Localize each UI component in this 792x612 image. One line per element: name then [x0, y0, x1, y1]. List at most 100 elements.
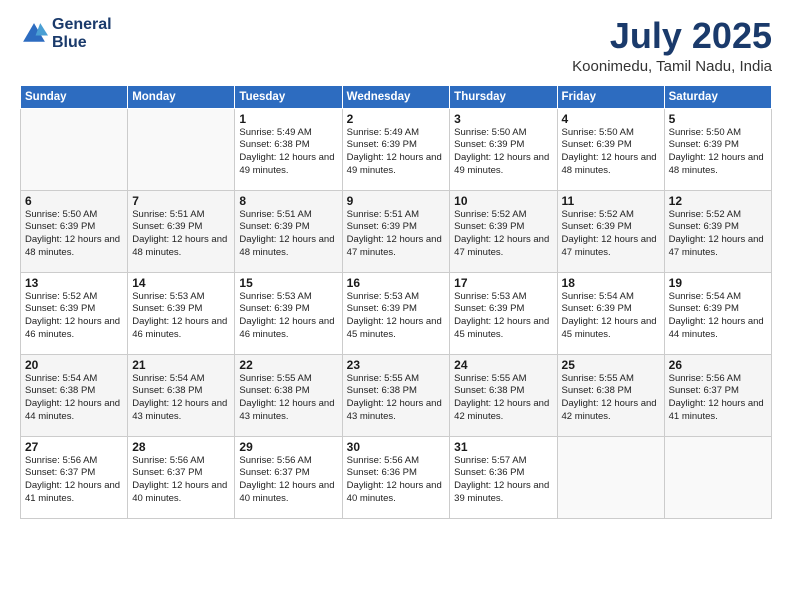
- calendar-week-4: 20Sunrise: 5:54 AMSunset: 6:38 PMDayligh…: [21, 354, 772, 436]
- calendar-week-3: 13Sunrise: 5:52 AMSunset: 6:39 PMDayligh…: [21, 272, 772, 354]
- day-info: Sunrise: 5:50 AMSunset: 6:39 PMDaylight:…: [25, 209, 123, 260]
- day-info: Sunrise: 5:49 AMSunset: 6:39 PMDaylight:…: [347, 127, 446, 178]
- month-title: July 2025: [572, 16, 772, 56]
- day-info: Sunrise: 5:57 AMSunset: 6:36 PMDaylight:…: [454, 455, 552, 506]
- logo-icon: [20, 20, 48, 48]
- day-header-monday: Monday: [128, 85, 235, 108]
- day-number: 30: [347, 440, 446, 454]
- day-info: Sunrise: 5:55 AMSunset: 6:38 PMDaylight:…: [239, 373, 337, 424]
- calendar-cell: 7Sunrise: 5:51 AMSunset: 6:39 PMDaylight…: [128, 190, 235, 272]
- day-number: 11: [562, 194, 660, 208]
- calendar-week-1: 1Sunrise: 5:49 AMSunset: 6:38 PMDaylight…: [21, 108, 772, 190]
- calendar-cell: 9Sunrise: 5:51 AMSunset: 6:39 PMDaylight…: [342, 190, 450, 272]
- day-info: Sunrise: 5:56 AMSunset: 6:37 PMDaylight:…: [25, 455, 123, 506]
- calendar-cell: [557, 436, 664, 518]
- calendar-cell: 16Sunrise: 5:53 AMSunset: 6:39 PMDayligh…: [342, 272, 450, 354]
- day-header-saturday: Saturday: [664, 85, 771, 108]
- day-number: 13: [25, 276, 123, 290]
- logo-text: General Blue: [52, 16, 112, 51]
- day-number: 15: [239, 276, 337, 290]
- calendar-cell: 19Sunrise: 5:54 AMSunset: 6:39 PMDayligh…: [664, 272, 771, 354]
- day-info: Sunrise: 5:50 AMSunset: 6:39 PMDaylight:…: [669, 127, 767, 178]
- day-number: 31: [454, 440, 552, 454]
- day-number: 6: [25, 194, 123, 208]
- calendar-week-5: 27Sunrise: 5:56 AMSunset: 6:37 PMDayligh…: [21, 436, 772, 518]
- day-info: Sunrise: 5:52 AMSunset: 6:39 PMDaylight:…: [25, 291, 123, 342]
- day-info: Sunrise: 5:56 AMSunset: 6:37 PMDaylight:…: [132, 455, 230, 506]
- day-info: Sunrise: 5:53 AMSunset: 6:39 PMDaylight:…: [347, 291, 446, 342]
- day-info: Sunrise: 5:53 AMSunset: 6:39 PMDaylight:…: [239, 291, 337, 342]
- title-block: July 2025 Koonimedu, Tamil Nadu, India: [572, 16, 772, 75]
- day-info: Sunrise: 5:56 AMSunset: 6:36 PMDaylight:…: [347, 455, 446, 506]
- location: Koonimedu, Tamil Nadu, India: [572, 58, 772, 75]
- day-info: Sunrise: 5:55 AMSunset: 6:38 PMDaylight:…: [347, 373, 446, 424]
- day-info: Sunrise: 5:51 AMSunset: 6:39 PMDaylight:…: [347, 209, 446, 260]
- day-number: 26: [669, 358, 767, 372]
- calendar-cell: 24Sunrise: 5:55 AMSunset: 6:38 PMDayligh…: [450, 354, 557, 436]
- day-number: 12: [669, 194, 767, 208]
- calendar-cell: 4Sunrise: 5:50 AMSunset: 6:39 PMDaylight…: [557, 108, 664, 190]
- calendar-cell: 25Sunrise: 5:55 AMSunset: 6:38 PMDayligh…: [557, 354, 664, 436]
- calendar-cell: 21Sunrise: 5:54 AMSunset: 6:38 PMDayligh…: [128, 354, 235, 436]
- day-number: 1: [239, 112, 337, 126]
- calendar-week-2: 6Sunrise: 5:50 AMSunset: 6:39 PMDaylight…: [21, 190, 772, 272]
- calendar-cell: 20Sunrise: 5:54 AMSunset: 6:38 PMDayligh…: [21, 354, 128, 436]
- day-info: Sunrise: 5:49 AMSunset: 6:38 PMDaylight:…: [239, 127, 337, 178]
- calendar-cell: 6Sunrise: 5:50 AMSunset: 6:39 PMDaylight…: [21, 190, 128, 272]
- day-info: Sunrise: 5:55 AMSunset: 6:38 PMDaylight:…: [562, 373, 660, 424]
- day-number: 28: [132, 440, 230, 454]
- day-info: Sunrise: 5:54 AMSunset: 6:39 PMDaylight:…: [562, 291, 660, 342]
- calendar-cell: 23Sunrise: 5:55 AMSunset: 6:38 PMDayligh…: [342, 354, 450, 436]
- day-number: 20: [25, 358, 123, 372]
- day-number: 4: [562, 112, 660, 126]
- calendar-table: SundayMondayTuesdayWednesdayThursdayFrid…: [20, 85, 772, 519]
- calendar-cell: 30Sunrise: 5:56 AMSunset: 6:36 PMDayligh…: [342, 436, 450, 518]
- calendar-cell: 26Sunrise: 5:56 AMSunset: 6:37 PMDayligh…: [664, 354, 771, 436]
- day-number: 8: [239, 194, 337, 208]
- day-info: Sunrise: 5:54 AMSunset: 6:38 PMDaylight:…: [25, 373, 123, 424]
- calendar-cell: 27Sunrise: 5:56 AMSunset: 6:37 PMDayligh…: [21, 436, 128, 518]
- calendar-cell: 11Sunrise: 5:52 AMSunset: 6:39 PMDayligh…: [557, 190, 664, 272]
- day-number: 23: [347, 358, 446, 372]
- day-header-wednesday: Wednesday: [342, 85, 450, 108]
- calendar-cell: 2Sunrise: 5:49 AMSunset: 6:39 PMDaylight…: [342, 108, 450, 190]
- calendar-cell: 29Sunrise: 5:56 AMSunset: 6:37 PMDayligh…: [235, 436, 342, 518]
- day-info: Sunrise: 5:56 AMSunset: 6:37 PMDaylight:…: [669, 373, 767, 424]
- day-info: Sunrise: 5:55 AMSunset: 6:38 PMDaylight:…: [454, 373, 552, 424]
- day-info: Sunrise: 5:54 AMSunset: 6:39 PMDaylight:…: [669, 291, 767, 342]
- calendar-cell: 1Sunrise: 5:49 AMSunset: 6:38 PMDaylight…: [235, 108, 342, 190]
- day-info: Sunrise: 5:51 AMSunset: 6:39 PMDaylight:…: [239, 209, 337, 260]
- calendar-cell: [21, 108, 128, 190]
- day-info: Sunrise: 5:50 AMSunset: 6:39 PMDaylight:…: [454, 127, 552, 178]
- logo: General Blue: [20, 16, 112, 51]
- calendar-cell: [128, 108, 235, 190]
- day-header-thursday: Thursday: [450, 85, 557, 108]
- day-info: Sunrise: 5:50 AMSunset: 6:39 PMDaylight:…: [562, 127, 660, 178]
- logo-line1: General: [52, 16, 112, 34]
- day-info: Sunrise: 5:52 AMSunset: 6:39 PMDaylight:…: [669, 209, 767, 260]
- day-number: 22: [239, 358, 337, 372]
- day-number: 10: [454, 194, 552, 208]
- day-info: Sunrise: 5:52 AMSunset: 6:39 PMDaylight:…: [562, 209, 660, 260]
- day-number: 24: [454, 358, 552, 372]
- day-header-tuesday: Tuesday: [235, 85, 342, 108]
- day-info: Sunrise: 5:54 AMSunset: 6:38 PMDaylight:…: [132, 373, 230, 424]
- calendar-cell: [664, 436, 771, 518]
- day-number: 14: [132, 276, 230, 290]
- calendar-cell: 3Sunrise: 5:50 AMSunset: 6:39 PMDaylight…: [450, 108, 557, 190]
- day-number: 7: [132, 194, 230, 208]
- day-header-friday: Friday: [557, 85, 664, 108]
- day-number: 16: [347, 276, 446, 290]
- day-number: 5: [669, 112, 767, 126]
- day-number: 27: [25, 440, 123, 454]
- day-number: 25: [562, 358, 660, 372]
- day-number: 9: [347, 194, 446, 208]
- calendar-cell: 12Sunrise: 5:52 AMSunset: 6:39 PMDayligh…: [664, 190, 771, 272]
- day-info: Sunrise: 5:52 AMSunset: 6:39 PMDaylight:…: [454, 209, 552, 260]
- day-info: Sunrise: 5:53 AMSunset: 6:39 PMDaylight:…: [454, 291, 552, 342]
- calendar-cell: 18Sunrise: 5:54 AMSunset: 6:39 PMDayligh…: [557, 272, 664, 354]
- calendar-cell: 8Sunrise: 5:51 AMSunset: 6:39 PMDaylight…: [235, 190, 342, 272]
- page: General Blue July 2025 Koonimedu, Tamil …: [0, 0, 792, 612]
- calendar-header-row: SundayMondayTuesdayWednesdayThursdayFrid…: [21, 85, 772, 108]
- calendar-cell: 10Sunrise: 5:52 AMSunset: 6:39 PMDayligh…: [450, 190, 557, 272]
